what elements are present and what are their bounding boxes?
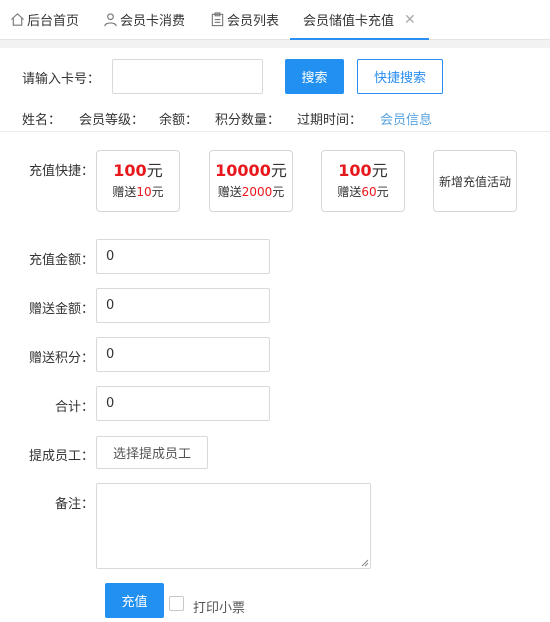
quick-search-button[interactable]: 快捷搜索 [357, 59, 443, 94]
member-info-link[interactable]: 会员信息 [380, 109, 432, 128]
quick-recharge-card[interactable]: 100元 赠送60元 [321, 150, 405, 212]
expire-label: 过期时间： [297, 112, 363, 128]
new-activity-label: 新增充值活动 [438, 174, 511, 189]
quick-recharge-card[interactable]: 10000元 赠送2000元 [209, 150, 293, 212]
tab-home[interactable]: 后台首页 [10, 0, 79, 39]
tab-label: 后台首页 [27, 14, 80, 29]
new-recharge-activity-button[interactable]: 新增充值活动 [433, 150, 517, 212]
home-icon [10, 12, 25, 27]
tab-member-recharge[interactable]: 会员储值卡充值 ✕ [290, 0, 429, 40]
clipboard-icon [210, 12, 225, 27]
card-number-input[interactable] [112, 59, 263, 94]
select-staff-button[interactable]: 选择提成员工 [96, 436, 208, 469]
recharge-amount-input[interactable] [96, 239, 270, 274]
card-amount: 100元 [113, 161, 163, 180]
user-icon [103, 12, 118, 27]
resize-grip-icon[interactable] [361, 559, 369, 567]
level-label: 会员等级： [79, 112, 145, 128]
quick-recharge-label: 充值快捷： [28, 164, 94, 179]
search-button[interactable]: 搜索 [285, 59, 344, 94]
print-receipt-checkbox[interactable] [169, 596, 184, 611]
tab-bar: 后台首页 会员卡消费 会员列表 会员储值卡充值 ✕ [0, 0, 550, 40]
header-divider-band [0, 40, 550, 48]
tab-label: 会员储值卡充值 [303, 14, 395, 29]
card-amount: 100元 [338, 161, 388, 180]
recharge-button[interactable]: 充值 [105, 583, 164, 618]
points-label: 积分数量： [215, 112, 281, 128]
gift-points-label: 赠送积分： [28, 351, 94, 366]
card-number-label: 请输入卡号： [22, 72, 101, 87]
print-receipt-label: 打印小票 [193, 601, 246, 616]
staff-label: 提成员工： [28, 449, 94, 464]
tab-member-list[interactable]: 会员列表 [210, 0, 279, 39]
card-gift: 赠送10元 [112, 185, 164, 199]
total-label: 合计： [54, 400, 94, 415]
card-gift: 赠送2000元 [217, 185, 285, 199]
tab-label: 会员列表 [227, 14, 280, 29]
total-input[interactable] [96, 386, 270, 421]
remark-label: 备注： [54, 497, 94, 512]
quick-recharge-card[interactable]: 100元 赠送10元 [96, 150, 180, 212]
gift-amount-label: 赠送金额： [28, 302, 94, 317]
gift-amount-input[interactable] [96, 288, 270, 323]
section-divider [0, 131, 550, 132]
card-amount: 10000元 [215, 161, 287, 180]
tab-member-card-consume[interactable]: 会员卡消费 [103, 0, 185, 39]
card-gift: 赠送60元 [337, 185, 389, 199]
recharge-amount-label: 充值金额： [28, 253, 94, 268]
remark-textarea[interactable] [96, 483, 371, 569]
tab-label: 会员卡消费 [120, 14, 186, 29]
member-info-row: 姓名： 会员等级： 余额： 积分数量： 过期时间： 会员信息 [22, 109, 432, 128]
name-label: 姓名： [22, 112, 62, 128]
gift-points-input[interactable] [96, 337, 270, 372]
balance-label: 余额： [159, 112, 199, 128]
close-icon[interactable]: ✕ [404, 13, 416, 27]
